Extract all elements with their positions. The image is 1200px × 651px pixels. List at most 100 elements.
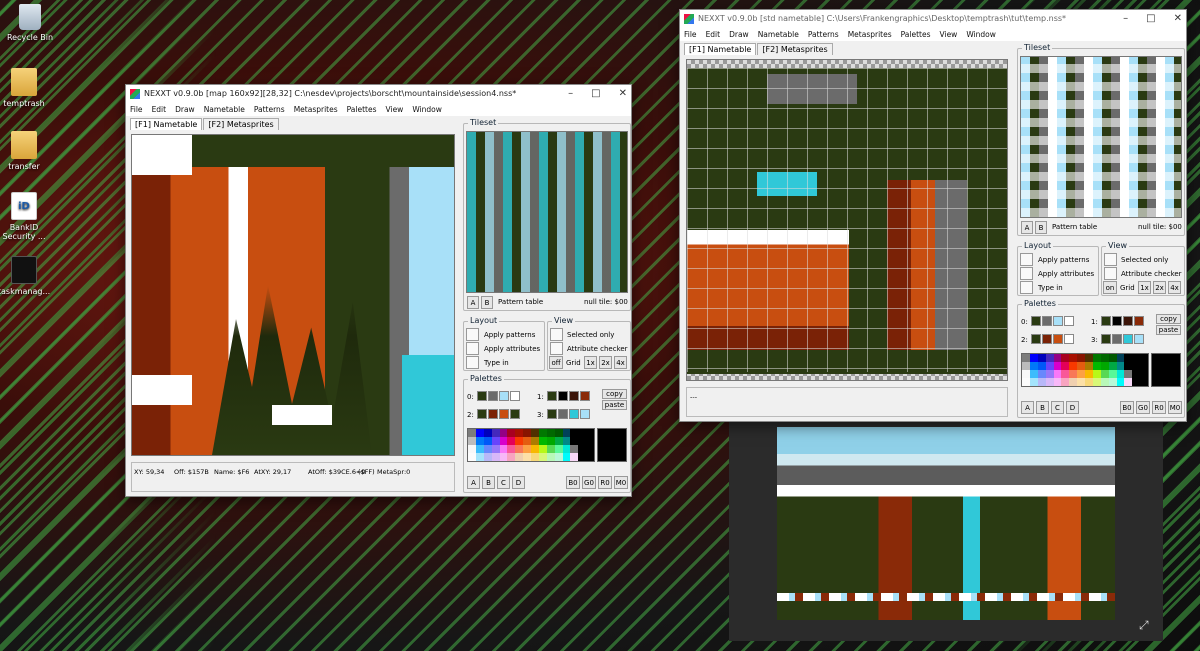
apply-patterns-checkbox[interactable] <box>1020 253 1033 266</box>
menu-edit[interactable]: Edit <box>706 30 721 39</box>
nes-color-cell[interactable] <box>468 437 476 445</box>
nes-color-cell[interactable] <box>1100 354 1109 362</box>
palette-swatch[interactable] <box>477 409 487 419</box>
nes-color-cell[interactable] <box>1022 354 1030 362</box>
nes-master-palette[interactable] <box>467 428 595 462</box>
palette-d-button[interactable]: D <box>512 476 525 489</box>
nes-color-cell[interactable] <box>1092 354 1101 362</box>
monochrome-button[interactable]: M0 <box>1168 401 1182 414</box>
nes-color-cell[interactable] <box>1140 378 1148 386</box>
nes-color-cell[interactable] <box>507 429 516 437</box>
nes-color-cell[interactable] <box>491 429 500 437</box>
tab-nametable[interactable]: [F1] Nametable <box>130 118 203 130</box>
palette-swatch[interactable] <box>499 391 509 401</box>
palette-swatch[interactable] <box>580 409 590 419</box>
apply-attributes-checkbox[interactable] <box>1020 267 1033 280</box>
palette-swatch[interactable] <box>477 391 487 401</box>
nes-color-cell[interactable] <box>1085 362 1093 370</box>
emphasis-b-button[interactable]: B0 <box>1120 401 1134 414</box>
maximize-icon[interactable]: □ <box>1146 13 1155 24</box>
nes-color-cell[interactable] <box>586 437 594 445</box>
nes-color-cell[interactable] <box>1085 370 1093 378</box>
nes-color-cell[interactable] <box>1029 378 1038 386</box>
nes-color-cell[interactable] <box>1069 354 1078 362</box>
paste-button[interactable]: paste <box>602 400 627 410</box>
palette-swatch[interactable] <box>1101 316 1111 326</box>
menu-window[interactable]: Window <box>966 30 996 39</box>
nes-color-cell[interactable] <box>1022 362 1030 370</box>
tab-metasprites[interactable]: [F2] Metasprites <box>757 43 833 55</box>
palette-swatch[interactable] <box>558 391 568 401</box>
palette-swatch[interactable] <box>499 409 509 419</box>
grid-4x-button[interactable]: 4x <box>1168 281 1181 294</box>
nes-color-cell[interactable] <box>1100 362 1109 370</box>
copy-button[interactable]: copy <box>1156 314 1181 324</box>
nes-color-cell[interactable] <box>1116 362 1125 370</box>
palette-a-button[interactable]: A <box>467 476 480 489</box>
nes-color-cell[interactable] <box>578 429 587 437</box>
palette-swatch[interactable] <box>1112 316 1122 326</box>
nes-color-cell[interactable] <box>1132 362 1141 370</box>
nes-color-cell[interactable] <box>507 437 516 445</box>
nes-color-cell[interactable] <box>1045 362 1054 370</box>
nes-color-cell[interactable] <box>1045 378 1054 386</box>
palette-c-button[interactable]: C <box>497 476 510 489</box>
nes-color-cell[interactable] <box>554 445 563 453</box>
nes-color-cell[interactable] <box>538 437 547 445</box>
palette-swatch[interactable] <box>510 409 520 419</box>
grid-1x-button[interactable]: 1x <box>1138 281 1151 294</box>
menu-file[interactable]: File <box>684 30 697 39</box>
attribute-checker-checkbox[interactable] <box>1104 267 1117 280</box>
nes-color-cell[interactable] <box>1140 362 1148 370</box>
nes-color-cell[interactable] <box>554 453 563 461</box>
nes-color-cell[interactable] <box>562 453 571 461</box>
palette-swatch[interactable] <box>547 409 557 419</box>
emphasis-g-button[interactable]: G0 <box>1136 401 1150 414</box>
palette-swatch[interactable] <box>558 409 568 419</box>
palette-swatch[interactable] <box>510 391 520 401</box>
menu-view[interactable]: View <box>386 105 404 114</box>
tab-nametable[interactable]: [F1] Nametable <box>684 43 757 55</box>
pattern-table-a-button[interactable]: A <box>1021 221 1033 234</box>
palette-swatch[interactable] <box>1053 316 1063 326</box>
nes-color-cell[interactable] <box>1092 362 1101 370</box>
nes-color-cell[interactable] <box>531 445 539 453</box>
palette-swatch[interactable] <box>580 391 590 401</box>
nes-color-cell[interactable] <box>499 437 508 445</box>
menu-palettes[interactable]: Palettes <box>901 30 931 39</box>
nes-color-cell[interactable] <box>1029 362 1038 370</box>
nes-color-cell[interactable] <box>1061 378 1070 386</box>
nes-color-cell[interactable] <box>523 429 531 437</box>
palette-swatch[interactable] <box>1134 334 1144 344</box>
nes-color-cell[interactable] <box>586 429 594 437</box>
desktop-icon-taskmanager[interactable]: taskmanag... <box>0 256 54 296</box>
nes-color-cell[interactable] <box>1037 362 1046 370</box>
desktop-icon-transfer[interactable]: transfer <box>0 131 54 171</box>
nes-color-cell[interactable] <box>1132 354 1141 362</box>
nes-color-cell[interactable] <box>586 445 594 453</box>
palette-b-button[interactable]: B <box>1036 401 1049 414</box>
nes-color-cell[interactable] <box>1116 370 1125 378</box>
tileset-canvas[interactable] <box>466 131 628 293</box>
nes-color-cell[interactable] <box>1029 354 1038 362</box>
nes-color-cell[interactable] <box>483 429 492 437</box>
nes-color-cell[interactable] <box>546 453 555 461</box>
nametable-canvas[interactable] <box>131 134 455 456</box>
palette-swatch[interactable] <box>1064 316 1074 326</box>
nes-color-cell[interactable] <box>586 453 594 461</box>
nes-color-cell[interactable] <box>523 445 531 453</box>
nes-color-cell[interactable] <box>507 445 516 453</box>
nes-color-cell[interactable] <box>1124 354 1133 362</box>
nes-color-cell[interactable] <box>1132 378 1141 386</box>
nes-color-cell[interactable] <box>483 453 492 461</box>
nes-color-cell[interactable] <box>546 445 555 453</box>
pattern-table-b-button[interactable]: B <box>1035 221 1047 234</box>
nes-color-cell[interactable] <box>499 429 508 437</box>
type-in-checkbox[interactable] <box>1020 281 1033 294</box>
menu-draw[interactable]: Draw <box>175 105 195 114</box>
nes-color-cell[interactable] <box>1132 370 1141 378</box>
palette-swatch[interactable] <box>1042 334 1052 344</box>
nes-color-cell[interactable] <box>475 437 484 445</box>
palette-swatch[interactable] <box>1112 334 1122 344</box>
nes-color-cell[interactable] <box>468 445 476 453</box>
